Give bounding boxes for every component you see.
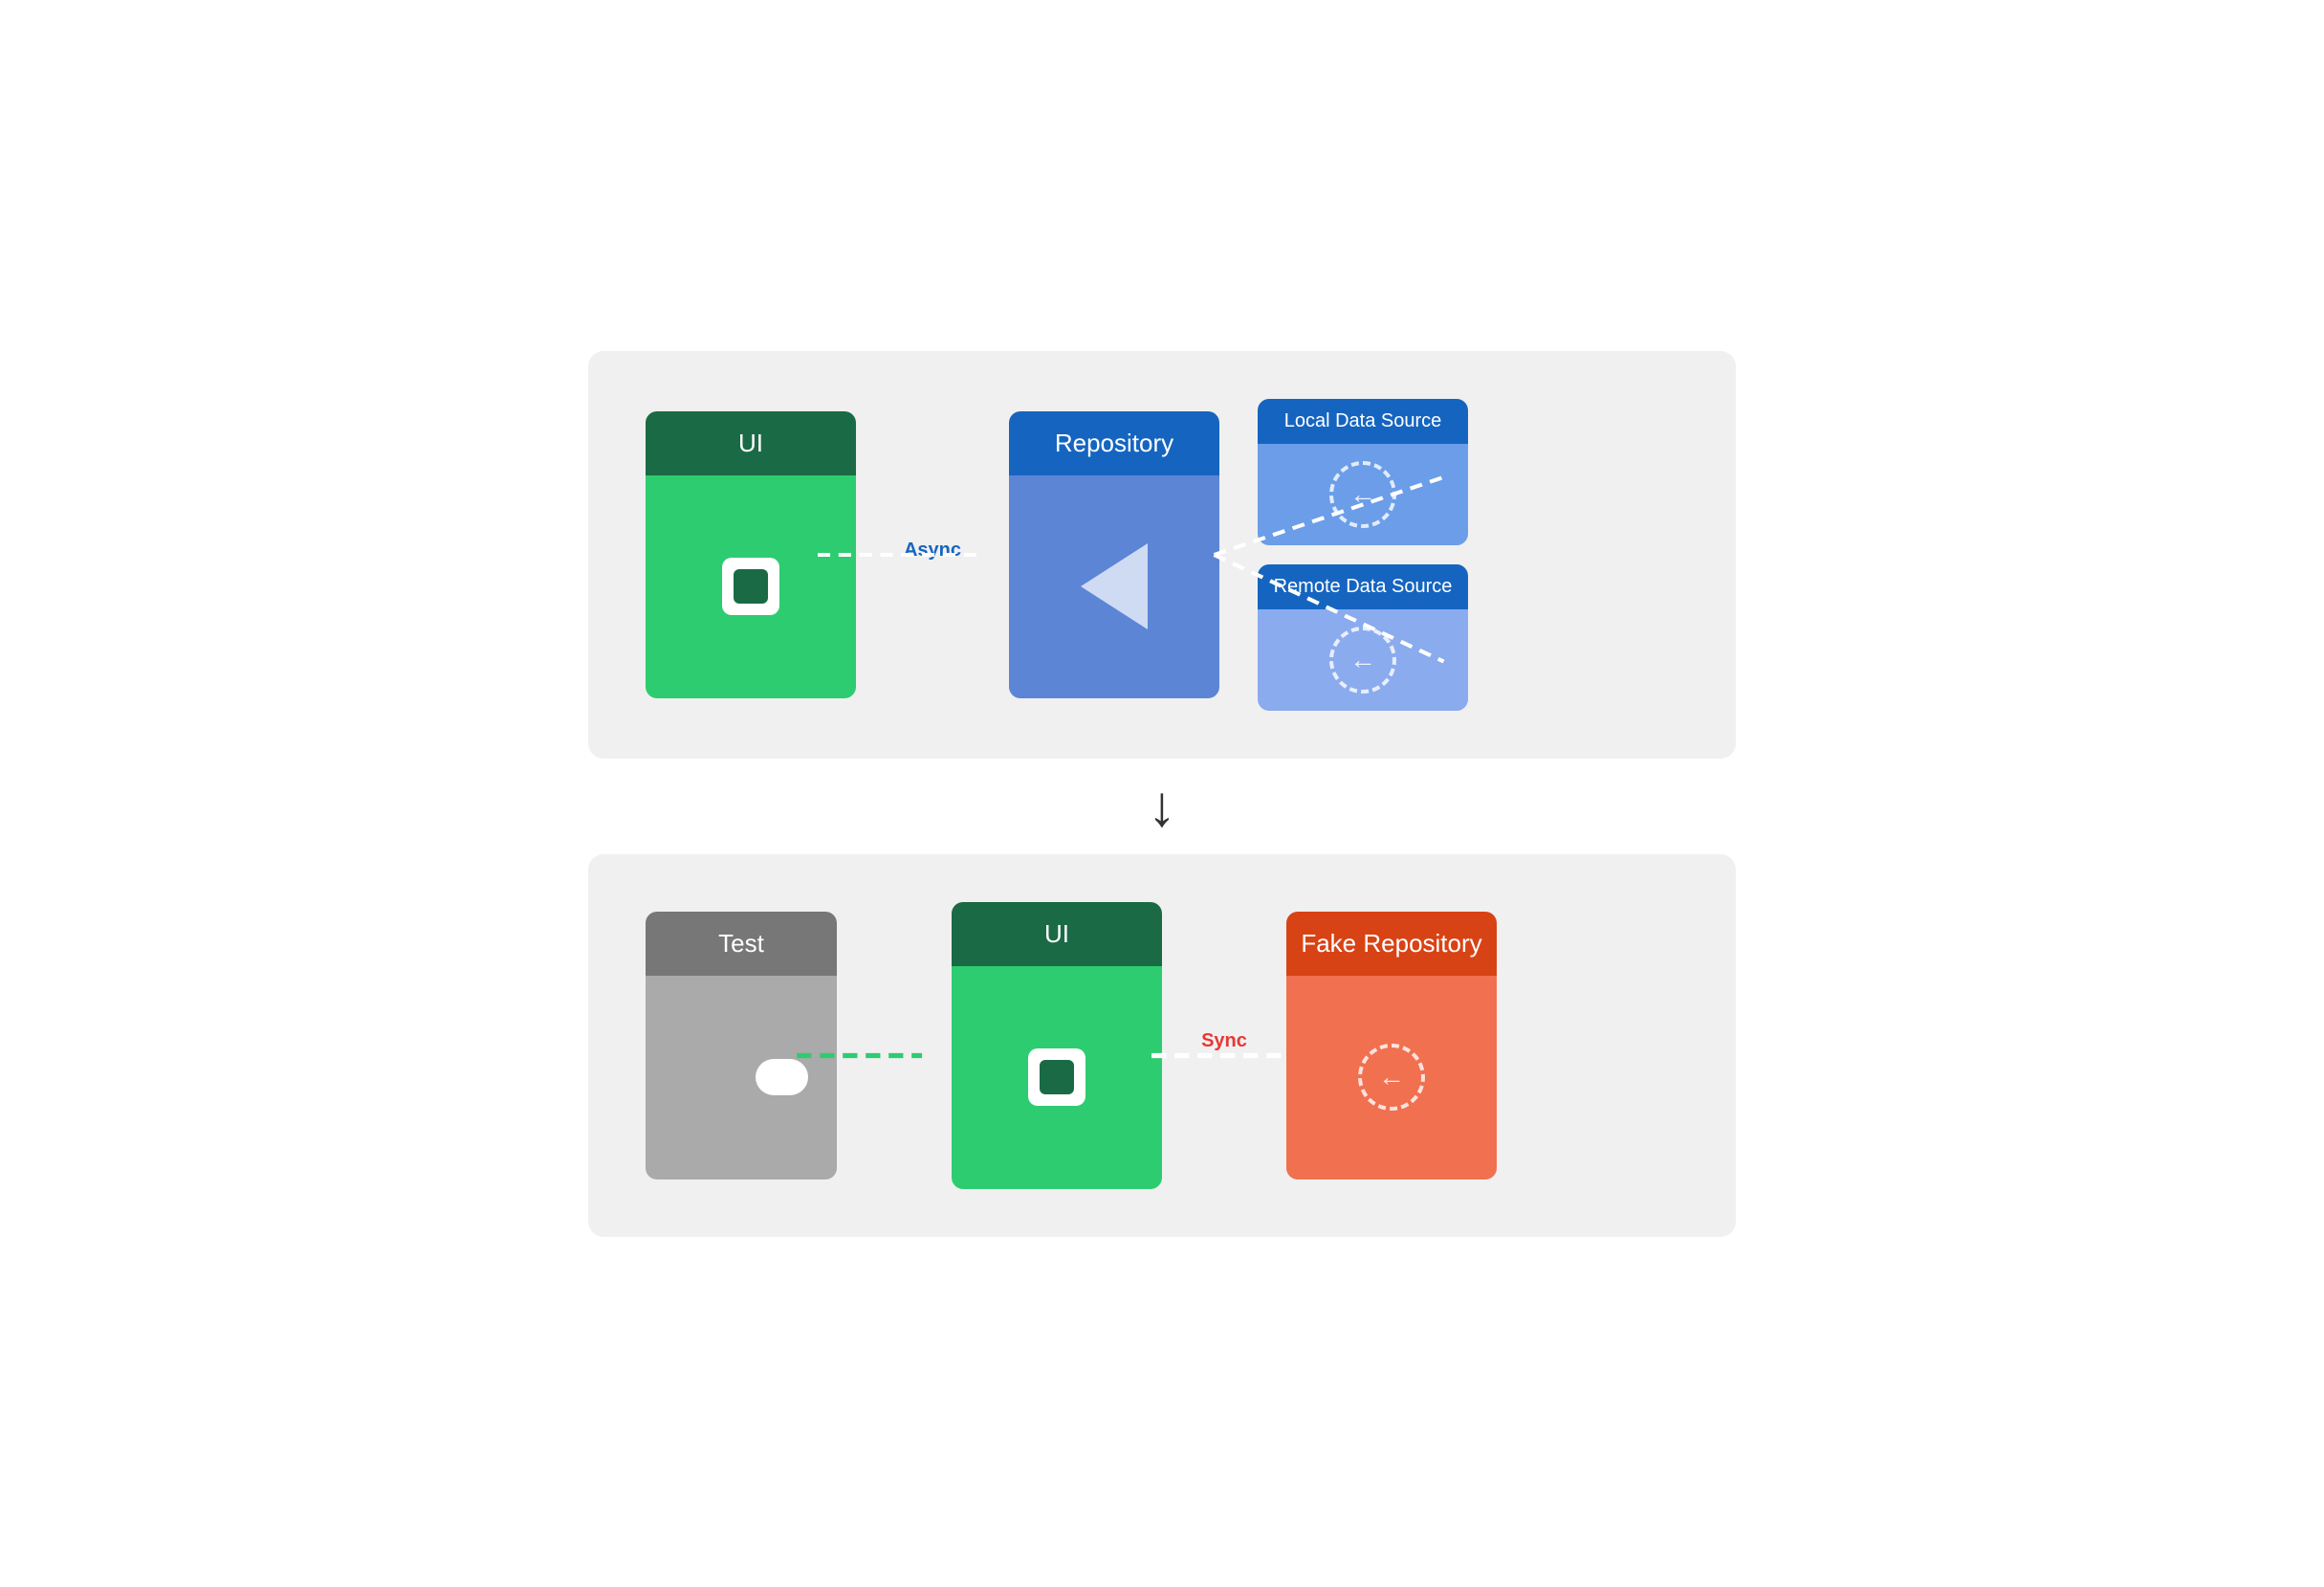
fake-repo-body: ← — [1286, 976, 1497, 1179]
test-body — [646, 976, 837, 1179]
right-sources: Local Data Source ← Remote Data Source ← — [1258, 399, 1468, 711]
fake-repo-header: Fake Repository — [1286, 912, 1497, 976]
ui-body — [646, 475, 856, 698]
ui-header-bottom: UI — [952, 902, 1162, 966]
top-diagram: UI Async Repository Local Data Sou — [588, 351, 1736, 759]
local-ds-arrow-icon: ← — [1349, 479, 1376, 510]
repository-header: Repository — [1009, 411, 1219, 475]
fake-repo-arrow-icon: ← — [1378, 1062, 1405, 1092]
main-container: UI Async Repository Local Data Sou — [588, 351, 1736, 1237]
local-ds-header: Local Data Source — [1258, 399, 1468, 444]
ui-square-icon-bottom — [1028, 1048, 1085, 1106]
local-ds-body: ← — [1258, 444, 1468, 545]
remote-ds-body: ← — [1258, 609, 1468, 711]
local-data-source: Local Data Source ← — [1258, 399, 1468, 545]
remote-ds-header: Remote Data Source — [1258, 564, 1468, 609]
remote-ds-arrow-icon: ← — [1349, 645, 1376, 675]
capsule-icon — [756, 1059, 808, 1095]
ui-block-bottom: UI — [952, 902, 1162, 1189]
remote-ds-circle: ← — [1329, 627, 1396, 694]
bottom-diagram: Test UI Sync Fake Repository ← — [588, 854, 1736, 1237]
ui-header: UI — [646, 411, 856, 475]
repository-body — [1009, 475, 1219, 698]
ui-body-bottom — [952, 966, 1162, 1189]
ui-square-icon — [722, 558, 779, 615]
down-arrow: ↓ — [1148, 778, 1176, 835]
fake-repo-circle: ← — [1358, 1044, 1425, 1111]
test-block: Test — [646, 912, 837, 1179]
async-label: Async — [904, 540, 961, 562]
repository-block: Repository — [1009, 411, 1219, 698]
remote-data-source: Remote Data Source ← — [1258, 564, 1468, 711]
fake-repository-block: Fake Repository ← — [1286, 912, 1497, 1179]
ui-square-inner-bottom — [1040, 1060, 1074, 1094]
test-header: Test — [646, 912, 837, 976]
sync-label: Sync — [1201, 1030, 1247, 1052]
triangle-arrow-icon — [1081, 543, 1148, 629]
ui-square-inner — [734, 569, 768, 604]
local-ds-circle: ← — [1329, 461, 1396, 528]
ui-block: UI — [646, 411, 856, 698]
remote-ds-title: Remote Data Source — [1274, 576, 1453, 597]
